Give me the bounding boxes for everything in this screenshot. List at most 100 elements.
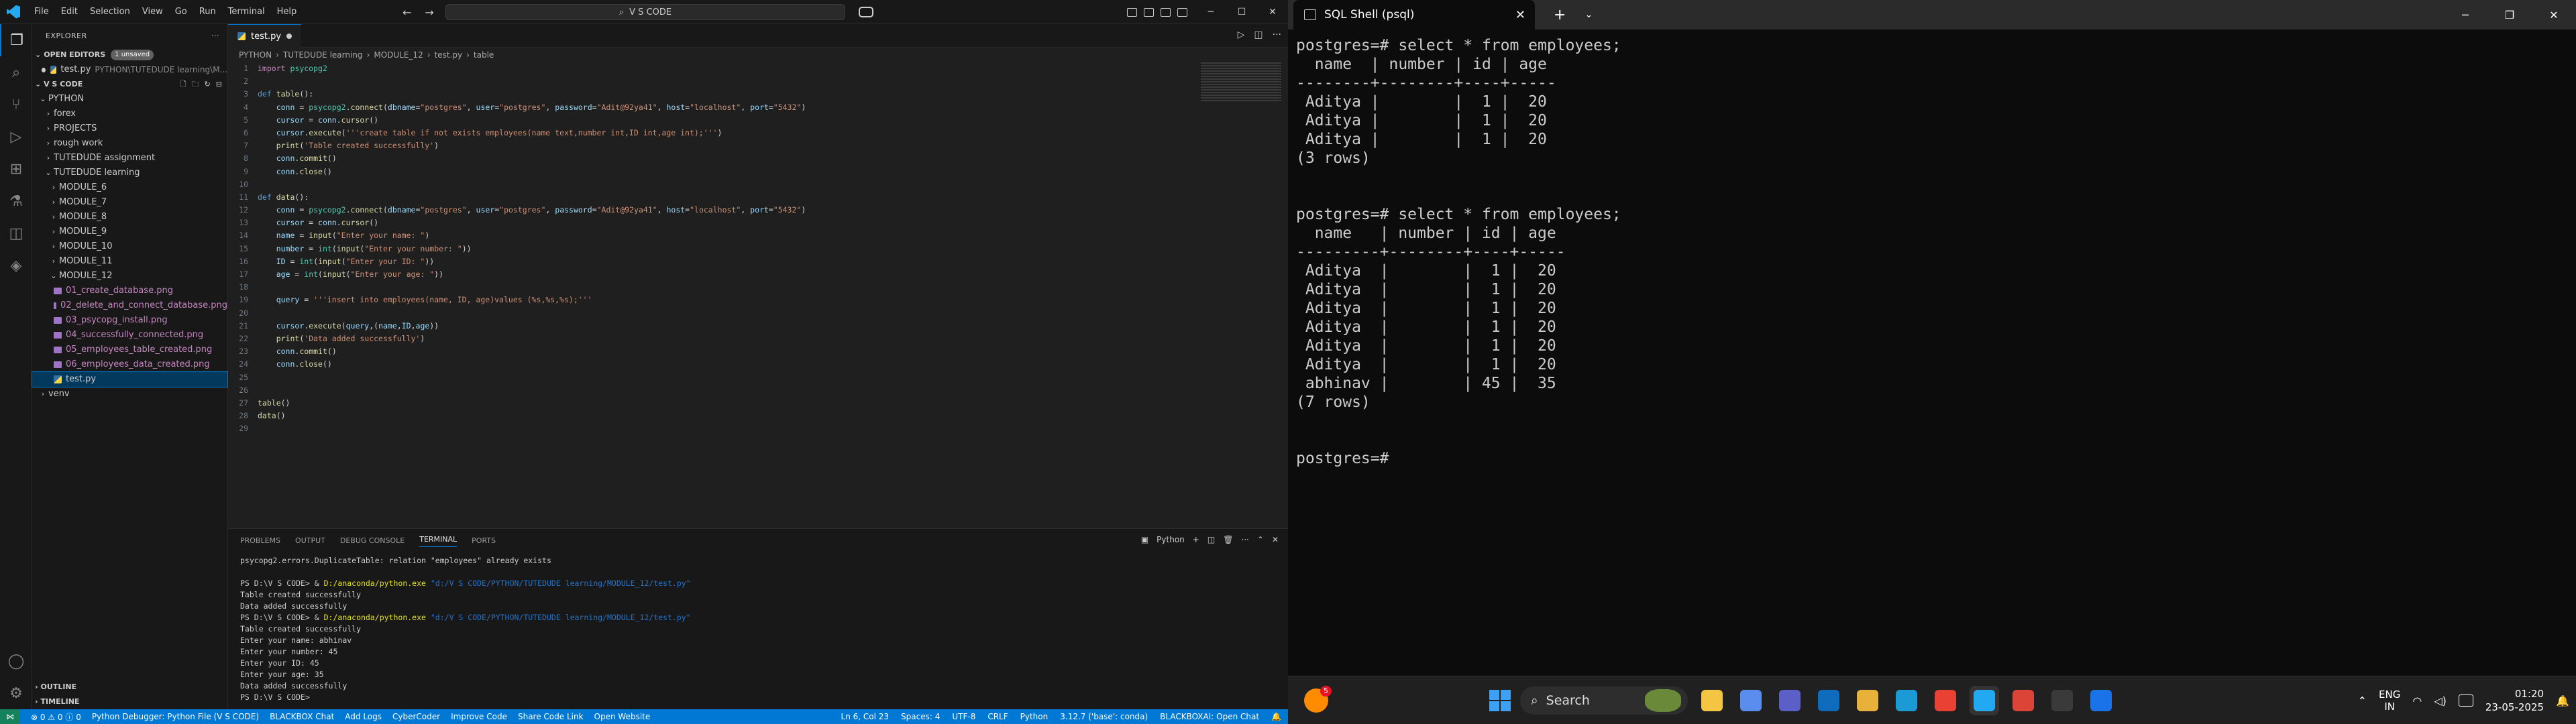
chrome-app-icon[interactable] <box>1931 686 1960 715</box>
run-file-icon[interactable]: ▷ <box>1238 29 1245 40</box>
terminal-output[interactable]: psycopg2.errors.DuplicateTable: relation… <box>228 552 1288 706</box>
clock[interactable]: 01:20 23-05-2025 <box>2485 687 2544 714</box>
notifications-icon[interactable]: 🔔 <box>2556 695 2569 707</box>
chevron-up-icon[interactable]: ⌃ <box>2358 695 2367 707</box>
toggle-panel-icon[interactable] <box>1144 7 1154 17</box>
settings-gear-icon[interactable]: ⚙ <box>0 677 32 709</box>
menu-run[interactable]: Run <box>193 0 222 24</box>
collapse-all-icon[interactable]: ⊟ <box>216 77 222 92</box>
file-explorer-app-icon[interactable] <box>1697 686 1727 715</box>
psql-output[interactable]: postgres=# select * from employees; name… <box>1288 29 2576 475</box>
encoding[interactable]: UTF-8 <box>952 712 975 721</box>
kill-terminal-icon[interactable]: 🗑 <box>1223 535 1233 544</box>
workspace-section[interactable]: ⌄ V S CODE 🗋 🗀 ↻ ⊟ <box>32 77 227 92</box>
edge-app-icon[interactable] <box>1892 686 1921 715</box>
chrome-profile-app-icon[interactable] <box>2008 686 2038 715</box>
menu-view[interactable]: View <box>136 0 169 24</box>
tree-item[interactable]: 02_delete_and_connect_database.png <box>32 298 227 313</box>
breadcrumb-item[interactable]: PYTHON <box>239 48 272 62</box>
open-editors-section[interactable]: ⌄ OPEN EDITORS 1 unsaved <box>32 48 227 62</box>
add-logs[interactable]: Add Logs <box>345 712 382 721</box>
maximize-panel-icon[interactable]: ⌃ <box>1257 535 1264 544</box>
psql-tab[interactable]: SQL Shell (psql) ✕ <box>1293 0 1535 29</box>
breadcrumb-item[interactable]: TUTEDUDE learning <box>283 48 363 62</box>
debugger-status[interactable]: Python Debugger: Python File (V S CODE) <box>92 712 259 721</box>
tree-item[interactable]: 06_employees_data_created.png <box>32 357 227 372</box>
blue-app-app-icon[interactable] <box>2086 686 2116 715</box>
tree-item[interactable]: › MODULE_7 <box>32 195 227 210</box>
language-indicator[interactable]: ENG IN <box>2379 688 2400 713</box>
taskbar-search[interactable]: ⌕ Search <box>1520 686 1688 715</box>
timeline-section[interactable]: › TIMELINE <box>32 695 228 709</box>
tab-output[interactable]: OUTPUT <box>295 536 325 545</box>
share-code-link[interactable]: Share Code Link <box>518 712 584 721</box>
account-icon[interactable]: ◯ <box>0 645 32 677</box>
menu-selection[interactable]: Selection <box>84 0 136 24</box>
close-panel-icon[interactable]: ✕ <box>1272 535 1279 544</box>
more-actions-icon[interactable]: ··· <box>211 24 219 48</box>
minimize-icon[interactable]: ─ <box>1195 0 1226 24</box>
tree-item[interactable]: › venv <box>32 387 227 402</box>
open-editor-item[interactable]: test.py PYTHON\TUTEDUDE learning\M... <box>32 62 227 77</box>
close-icon[interactable]: ✕ <box>2532 0 2576 29</box>
menu-go[interactable]: Go <box>169 0 193 24</box>
maximize-icon[interactable]: ☐ <box>1226 0 1257 24</box>
new-folder-icon[interactable]: 🗀 <box>192 77 199 92</box>
split-editor-icon[interactable]: ◫ <box>1254 29 1263 40</box>
tree-item[interactable]: ⌄ MODULE_12 <box>32 269 227 284</box>
tree-item[interactable]: › MODULE_6 <box>32 180 227 195</box>
new-tab-icon[interactable]: + <box>1554 7 1566 23</box>
unsaved-dot-icon[interactable] <box>286 34 292 39</box>
terminal-kind-label[interactable]: Python <box>1157 535 1185 544</box>
tree-item[interactable]: ⌄ TUTEDUDE learning <box>32 166 227 180</box>
cybercoder[interactable]: CyberCoder <box>392 712 440 721</box>
chevron-down-icon[interactable]: ⌄ <box>1585 9 1593 20</box>
tree-item[interactable]: 05_employees_table_created.png <box>32 343 227 357</box>
breadcrumb-item[interactable]: MODULE_12 <box>374 48 423 62</box>
forward-arrow-icon[interactable]: → <box>425 6 433 19</box>
tree-item[interactable]: 03_psycopg_install.png <box>32 313 227 328</box>
new-terminal-icon[interactable]: + <box>1193 535 1199 544</box>
end-of-line[interactable]: CRLF <box>987 712 1008 721</box>
windows-start-icon[interactable] <box>1489 690 1511 711</box>
split-terminal-icon[interactable]: ◫ <box>1208 535 1215 544</box>
close-tab-icon[interactable]: ✕ <box>1515 8 1525 22</box>
tab-debug-console[interactable]: DEBUG CONSOLE <box>340 536 405 545</box>
improve-code[interactable]: Improve Code <box>451 712 507 721</box>
tree-item[interactable]: ⌄ PYTHON <box>32 92 227 107</box>
tree-item[interactable]: 04_successfully_connected.png <box>32 328 227 343</box>
command-center-search[interactable]: ⌕ V S CODE <box>445 4 845 20</box>
close-icon[interactable]: ✕ <box>1257 0 1288 24</box>
chat-icon[interactable]: ◫ <box>0 217 32 249</box>
breadcrumb-item[interactable]: table <box>474 48 494 62</box>
copilot-icon[interactable] <box>859 7 873 17</box>
new-file-icon[interactable]: 🗋 <box>180 77 186 92</box>
tree-item[interactable]: › PROJECTS <box>32 121 227 136</box>
tab-terminal[interactable]: TERMINAL <box>419 535 458 547</box>
breadcrumb-item[interactable]: test.py <box>435 48 463 62</box>
blackbox-open-chat[interactable]: BLACKBOXAI: Open Chat <box>1160 712 1259 721</box>
cursor-position[interactable]: Ln 6, Col 23 <box>841 712 890 721</box>
refresh-icon[interactable]: ↻ <box>205 77 211 92</box>
customize-layout-icon[interactable] <box>1177 7 1187 17</box>
blackbox-chat[interactable]: BLACKBOX Chat <box>270 712 334 721</box>
wifi-icon[interactable]: ◠ <box>2412 695 2422 707</box>
volume-icon[interactable]: ◁) <box>2434 695 2447 707</box>
notifications-icon[interactable]: 🔔 <box>1271 712 1281 721</box>
teams-app-icon[interactable] <box>1775 686 1805 715</box>
copilot-app-icon[interactable] <box>1736 686 1766 715</box>
menu-edit[interactable]: Edit <box>55 0 84 24</box>
maximize-icon[interactable]: ❐ <box>2487 0 2532 29</box>
code-editor[interactable]: 1 import psycopg2 2 3 def table(): 4 conn = p… <box>228 62 1201 465</box>
tree-item[interactable]: › MODULE_9 <box>32 225 227 239</box>
battery-icon[interactable] <box>2458 695 2473 707</box>
language-mode[interactable]: Python <box>1020 712 1049 721</box>
terminal-app-icon[interactable] <box>2047 686 2077 715</box>
tree-item[interactable]: 01_create_database.png <box>32 284 227 298</box>
tree-item[interactable]: › forex <box>32 107 227 121</box>
tab-ports[interactable]: PORTS <box>472 536 496 545</box>
tab-test-py[interactable]: test.py <box>228 24 302 48</box>
minimap[interactable] <box>1201 62 1281 103</box>
menu-help[interactable]: Help <box>271 0 303 24</box>
source-control-icon[interactable]: ⑂ <box>0 88 32 121</box>
